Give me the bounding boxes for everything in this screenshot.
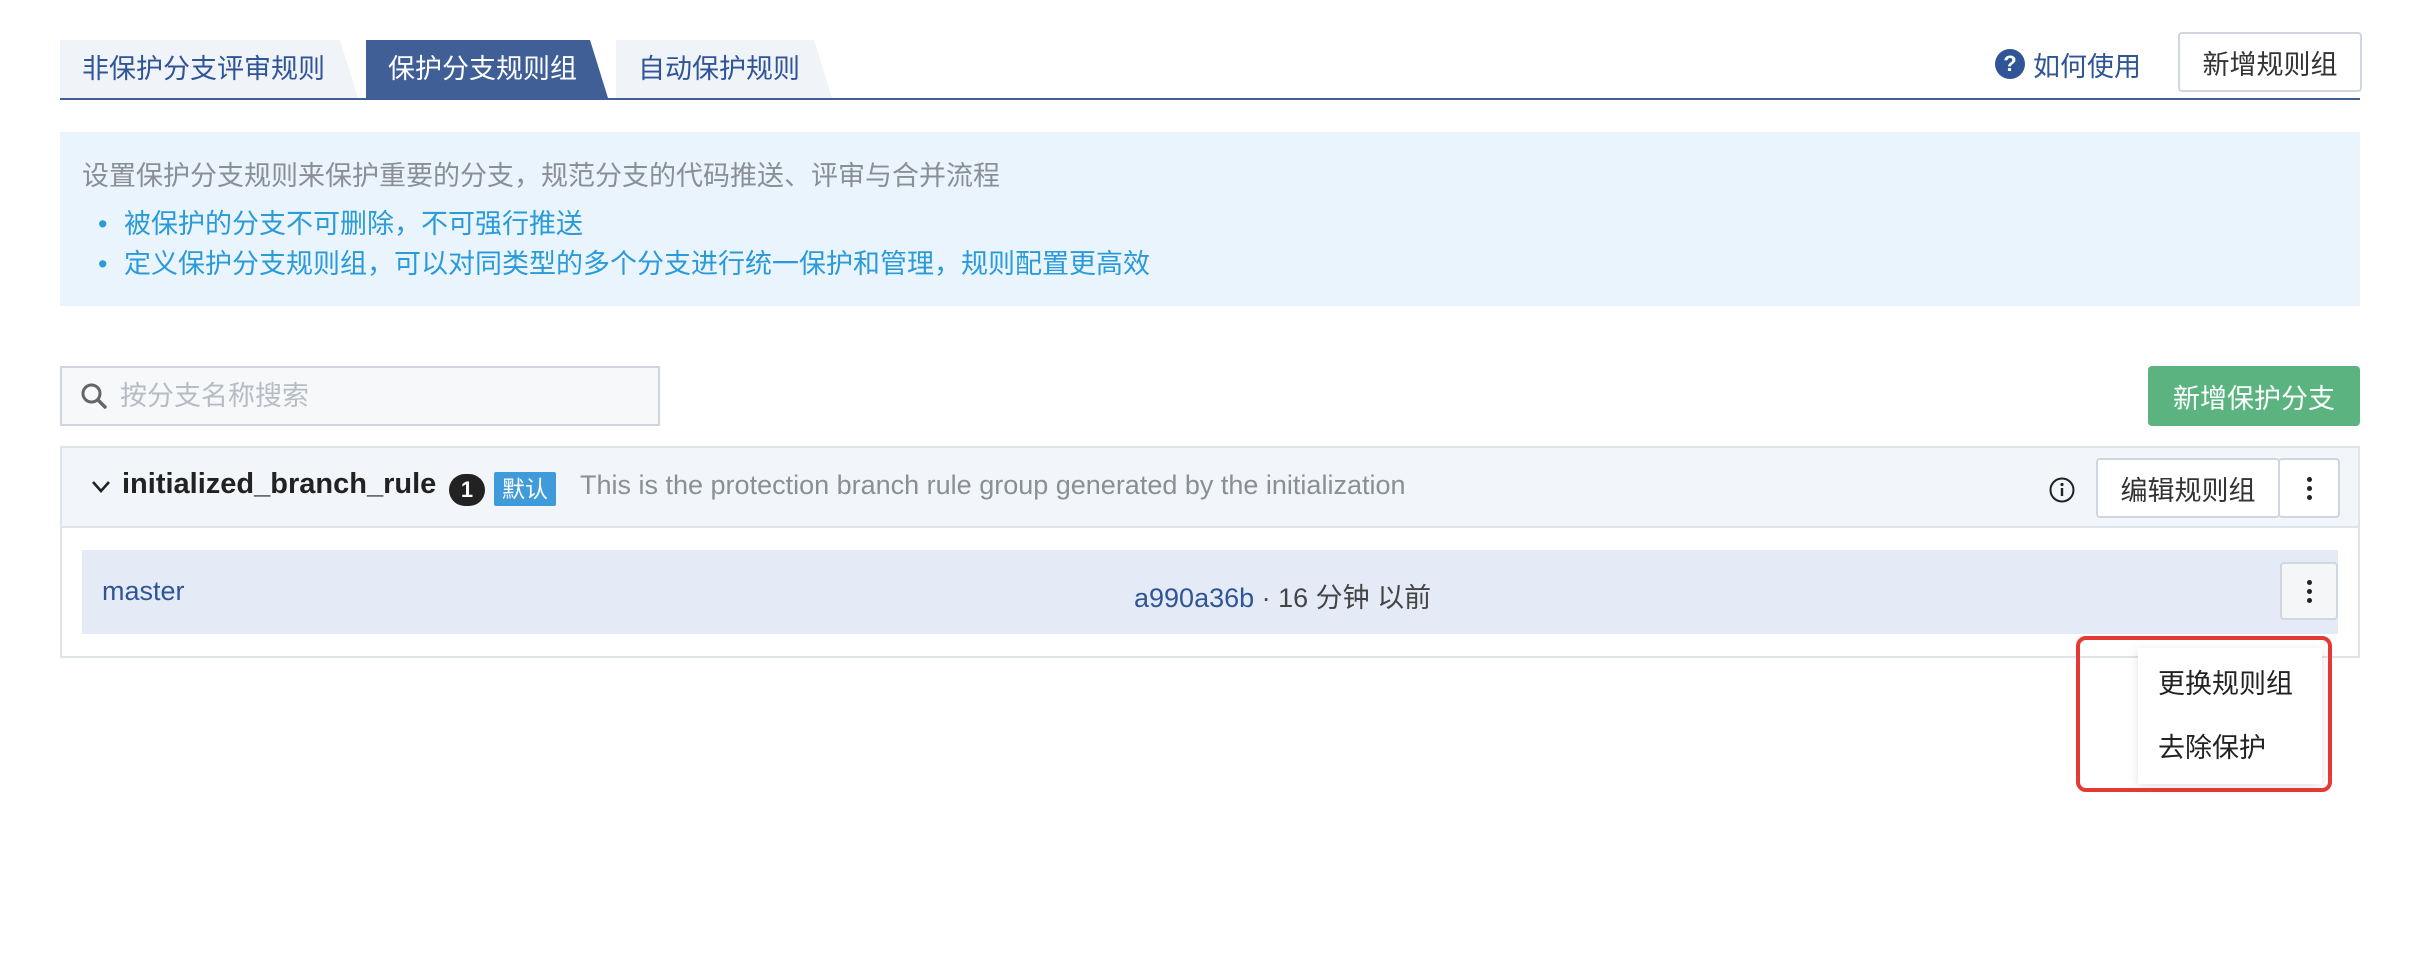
info-list: 被保护的分支不可删除，不可强行推送 定义保护分支规则组，可以对同类型的多个分支进… bbox=[98, 204, 1150, 284]
branch-row[interactable]: master a990a36b · 16 分钟 以前 bbox=[82, 550, 2338, 634]
branch-count-badge: 1 bbox=[449, 474, 485, 506]
commit-info: a990a36b · 16 分钟 以前 bbox=[1134, 576, 1431, 615]
more-vertical-icon bbox=[2306, 476, 2312, 500]
rule-group-name: initialized_branch_rule bbox=[122, 468, 437, 500]
search-input[interactable] bbox=[120, 380, 620, 412]
more-vertical-icon bbox=[2306, 579, 2312, 603]
info-box: 设置保护分支规则来保护重要的分支，规范分支的代码推送、评审与合并流程 被保护的分… bbox=[60, 132, 2360, 306]
rule-group-description: This is the protection branch rule group… bbox=[580, 470, 1406, 500]
branch-more-button[interactable] bbox=[2280, 562, 2338, 620]
new-protected-branch-button[interactable]: 新增保护分支 bbox=[2148, 366, 2360, 426]
group-more-button[interactable] bbox=[2278, 458, 2340, 518]
default-badge: 默认 bbox=[494, 472, 556, 506]
tab-auto-protect-rules[interactable]: 自动保护规则 bbox=[616, 40, 832, 98]
chevron-down-icon[interactable] bbox=[84, 470, 118, 504]
info-icon[interactable] bbox=[2048, 476, 2076, 504]
new-rule-group-button[interactable]: 新增规则组 bbox=[2178, 32, 2362, 92]
info-bullet: 被保护的分支不可删除，不可强行推送 bbox=[98, 204, 1150, 244]
help-link[interactable]: ? 如何使用 bbox=[1995, 44, 2141, 84]
question-icon: ? bbox=[1995, 49, 2025, 79]
tab-protected-branch-rule-groups[interactable]: 保护分支规则组 bbox=[366, 40, 608, 98]
rule-group-header: initialized_branch_rule 1 默认 This is the… bbox=[62, 448, 2358, 528]
tab-unprotected-review-rules[interactable]: 非保护分支评审规则 bbox=[60, 40, 358, 98]
info-title: 设置保护分支规则来保护重要的分支，规范分支的代码推送、评审与合并流程 bbox=[82, 161, 1000, 191]
search-icon bbox=[81, 383, 107, 409]
rule-group-panel: initialized_branch_rule 1 默认 This is the… bbox=[60, 446, 2360, 658]
branch-name[interactable]: master bbox=[102, 576, 185, 607]
info-bullet: 定义保护分支规则组，可以对同类型的多个分支进行统一保护和管理，规则配置更高效 bbox=[98, 244, 1150, 284]
edit-rule-group-button[interactable]: 编辑规则组 bbox=[2096, 458, 2280, 518]
highlight-box bbox=[2076, 636, 2332, 792]
commit-hash[interactable]: a990a36b bbox=[1134, 583, 1254, 613]
search-box bbox=[60, 366, 660, 426]
help-label: 如何使用 bbox=[2033, 51, 2141, 82]
commit-time: · 16 分钟 以前 bbox=[1261, 583, 1432, 613]
